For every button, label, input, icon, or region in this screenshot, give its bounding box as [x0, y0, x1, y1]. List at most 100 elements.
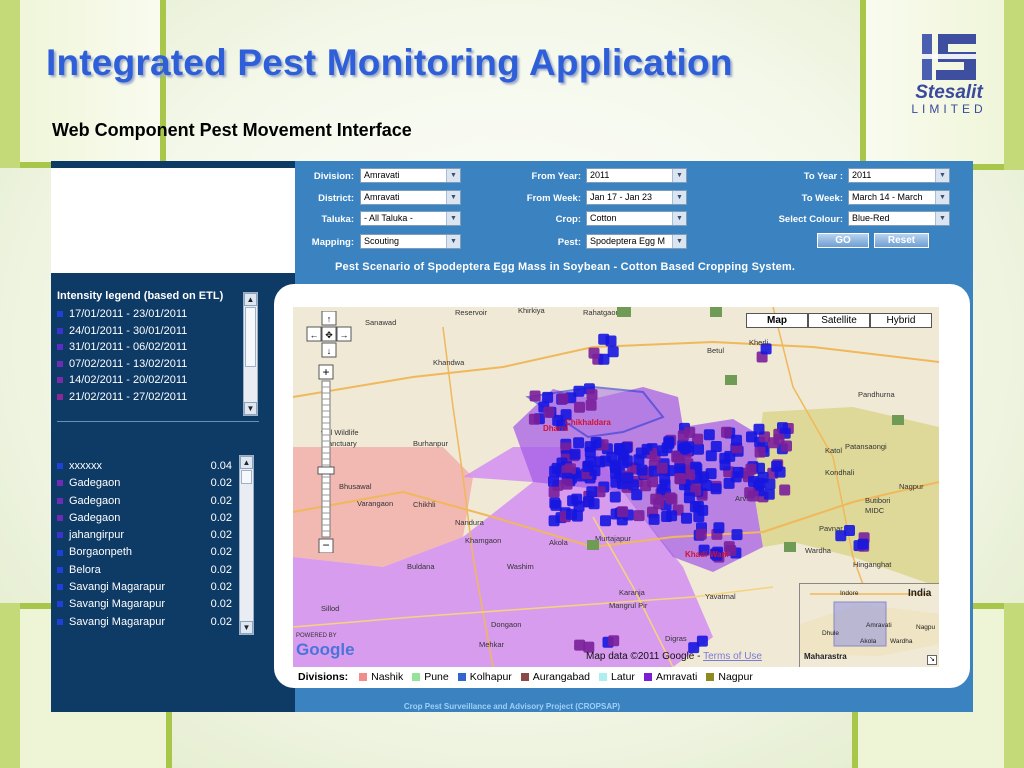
- pest-marker[interactable]: [574, 401, 585, 413]
- pest-marker[interactable]: [677, 430, 689, 442]
- pest-marker[interactable]: [705, 450, 717, 462]
- mapping-select[interactable]: Scouting ▼: [360, 234, 461, 249]
- pest-marker[interactable]: [647, 476, 659, 488]
- pest-marker[interactable]: [665, 492, 676, 504]
- map-type-hybrid-button[interactable]: Hybrid: [870, 313, 932, 328]
- pest-marker[interactable]: [696, 635, 708, 647]
- pest-marker[interactable]: [573, 500, 585, 512]
- pest-marker[interactable]: [633, 454, 645, 466]
- location-row[interactable]: xxxxxx 0.04: [57, 458, 232, 475]
- pest-marker[interactable]: [653, 498, 665, 510]
- pest-marker[interactable]: [569, 448, 581, 460]
- location-row[interactable]: Gadegaon 0.02: [57, 493, 232, 510]
- pest-marker[interactable]: [659, 479, 671, 491]
- google-map[interactable]: Reservoir Khirkiya Rahatgaon Sanawad Khandwa…: [293, 307, 939, 667]
- pest-marker[interactable]: [648, 513, 660, 525]
- pest-marker[interactable]: [542, 391, 554, 403]
- pest-marker[interactable]: [710, 483, 722, 495]
- pest-marker[interactable]: [693, 443, 704, 455]
- pest-marker[interactable]: [548, 476, 559, 487]
- pest-marker[interactable]: [695, 528, 707, 540]
- pest-marker[interactable]: [683, 492, 695, 504]
- terms-of-use-link[interactable]: Terms of Use: [703, 651, 762, 662]
- scroll-down-icon[interactable]: ▼: [240, 621, 253, 634]
- pest-marker[interactable]: [763, 488, 775, 500]
- pest-marker[interactable]: [764, 478, 776, 490]
- scroll-down-icon[interactable]: ▼: [244, 402, 257, 415]
- to-week-select[interactable]: March 14 - March ▼: [848, 190, 950, 205]
- pest-marker[interactable]: [573, 385, 585, 397]
- pest-marker[interactable]: [622, 472, 634, 484]
- pest-marker[interactable]: [674, 473, 686, 485]
- pest-marker[interactable]: [564, 463, 576, 475]
- intensity-legend-scrollbar[interactable]: ▲ ▼: [243, 292, 258, 416]
- scroll-up-icon[interactable]: ▲: [244, 293, 257, 306]
- pest-marker[interactable]: [844, 525, 855, 536]
- pest-marker[interactable]: [746, 431, 757, 443]
- from-year-select[interactable]: 2011 ▼: [586, 168, 687, 183]
- pest-marker[interactable]: [598, 353, 610, 365]
- pest-marker[interactable]: [608, 635, 620, 647]
- location-list-scrollbar[interactable]: ▲ ▼: [239, 455, 254, 635]
- pest-marker[interactable]: [528, 413, 540, 425]
- pest-marker[interactable]: [731, 434, 742, 446]
- to-year-select[interactable]: 2011 ▼: [848, 168, 950, 183]
- pest-marker[interactable]: [721, 426, 732, 438]
- location-row[interactable]: Savangi Magarapur 0.02: [57, 614, 232, 631]
- pest-marker[interactable]: [679, 442, 691, 454]
- map-type-map-button[interactable]: Map: [746, 313, 808, 328]
- location-row[interactable]: Savangi Magarapur 0.02: [57, 579, 232, 596]
- scroll-up-icon[interactable]: ▲: [240, 456, 253, 469]
- pest-marker[interactable]: [548, 486, 560, 498]
- pest-marker[interactable]: [636, 464, 648, 476]
- location-row[interactable]: jahangirpur 0.02: [57, 527, 232, 544]
- pest-marker[interactable]: [713, 522, 725, 534]
- location-row[interactable]: Gadegaon 0.02: [57, 475, 232, 492]
- taluka-select[interactable]: - All Taluka - ▼: [360, 211, 461, 226]
- pest-marker[interactable]: [656, 462, 668, 474]
- crop-select[interactable]: Cotton ▼: [586, 211, 687, 226]
- pest-marker[interactable]: [582, 496, 594, 508]
- pest-marker[interactable]: [732, 466, 744, 478]
- pest-marker[interactable]: [663, 437, 675, 449]
- pest-marker[interactable]: [698, 471, 710, 483]
- location-row[interactable]: Gadegaon 0.02: [57, 510, 232, 527]
- division-select[interactable]: Amravati ▼: [360, 168, 461, 183]
- pest-marker[interactable]: [571, 510, 583, 522]
- go-button[interactable]: GO: [817, 233, 869, 248]
- pest-select[interactable]: Spodeptera Egg M ▼: [586, 234, 687, 249]
- pest-marker[interactable]: [586, 389, 598, 401]
- pest-marker[interactable]: [779, 484, 791, 496]
- pest-marker[interactable]: [598, 333, 610, 345]
- pest-marker[interactable]: [586, 486, 598, 498]
- pest-marker[interactable]: [773, 433, 785, 445]
- pest-marker[interactable]: [617, 457, 629, 469]
- district-select[interactable]: Amravati ▼: [360, 190, 461, 205]
- pest-marker[interactable]: [631, 489, 643, 501]
- pest-marker[interactable]: [617, 506, 629, 518]
- location-row[interactable]: Savangi Magarapur 0.02: [57, 596, 232, 613]
- pest-marker[interactable]: [754, 446, 766, 458]
- pest-marker[interactable]: [548, 515, 560, 527]
- map-type-satellite-button[interactable]: Satellite: [808, 313, 870, 328]
- pest-marker[interactable]: [748, 476, 759, 487]
- pest-marker[interactable]: [590, 437, 602, 448]
- pest-marker[interactable]: [585, 399, 597, 411]
- pest-marker[interactable]: [774, 466, 786, 478]
- pest-marker[interactable]: [557, 393, 569, 405]
- pest-marker[interactable]: [857, 538, 869, 550]
- overview-toggle-icon[interactable]: ↘: [927, 655, 937, 665]
- pest-marker[interactable]: [609, 491, 621, 503]
- colour-select[interactable]: Blue-Red ▼: [848, 211, 950, 226]
- pest-marker[interactable]: [529, 390, 541, 402]
- scroll-thumb[interactable]: [241, 470, 252, 484]
- pest-marker[interactable]: [588, 347, 600, 359]
- location-row[interactable]: Borgaonpeth 0.02: [57, 544, 232, 561]
- pest-marker[interactable]: [550, 499, 562, 511]
- pest-marker[interactable]: [561, 478, 573, 490]
- pest-marker[interactable]: [731, 529, 743, 541]
- pest-marker[interactable]: [723, 477, 735, 489]
- pest-marker[interactable]: [584, 446, 596, 458]
- pest-marker[interactable]: [692, 500, 704, 512]
- pest-marker[interactable]: [585, 456, 597, 468]
